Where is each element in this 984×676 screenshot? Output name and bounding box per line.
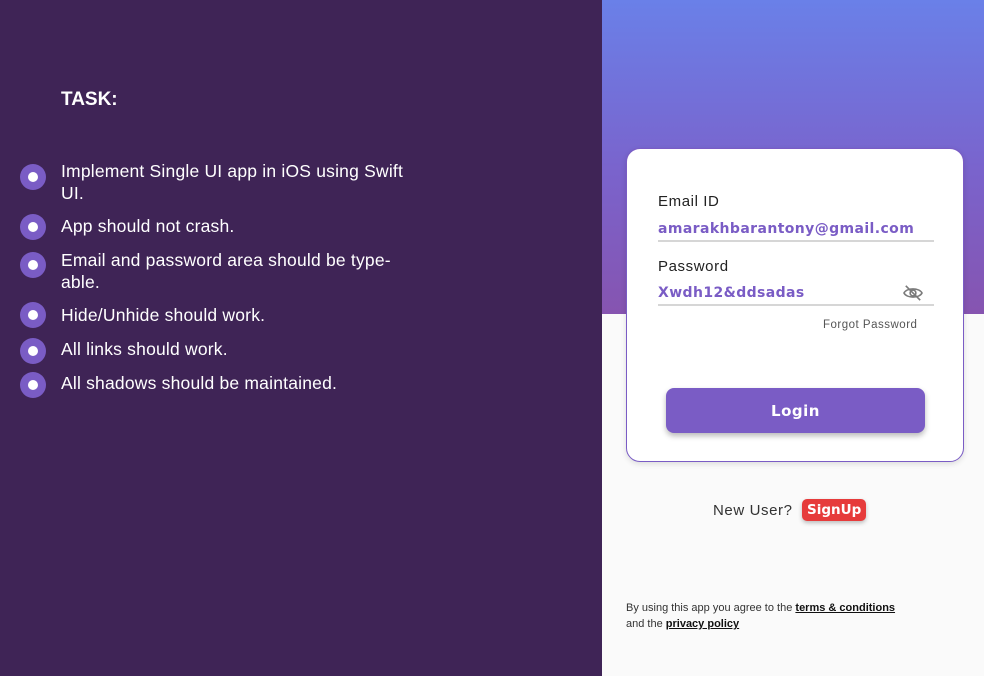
login-button[interactable]: Login	[666, 388, 925, 433]
phone-screen: Email ID Password Forgot Password Login …	[602, 0, 984, 676]
bullet-dot-icon	[20, 214, 46, 240]
bullet-dot-icon	[20, 252, 46, 278]
new-user-text: New User?	[713, 502, 793, 519]
bullet-dot-icon	[20, 164, 46, 190]
task-item-text: App should not crash.	[61, 216, 235, 236]
password-field[interactable]	[658, 282, 934, 306]
password-label: Password	[658, 258, 729, 275]
forgot-password-link[interactable]: Forgot Password	[823, 319, 917, 331]
bullet-dot-icon	[20, 338, 46, 364]
terms-prefix: By using this app you agree to the	[626, 602, 793, 614]
task-title: TASK:	[61, 89, 118, 110]
task-item-text: Email and password area should be type-a…	[61, 250, 391, 292]
task-item-text: Implement Single UI app in iOS using Swi…	[61, 161, 404, 203]
email-label: Email ID	[658, 193, 720, 210]
bullet-dot-icon	[20, 372, 46, 398]
signup-button[interactable]: SignUp	[802, 499, 867, 521]
task-item-text: All links should work.	[61, 339, 228, 359]
task-panel: TASK: Implement Single UI app in iOS usi…	[0, 0, 602, 676]
task-item-text: All shadows should be maintained.	[61, 373, 338, 393]
login-card: Email ID Password Forgot Password Login	[626, 148, 964, 462]
terms-link[interactable]: terms & conditions	[795, 602, 895, 614]
terms-middle: and the	[626, 618, 663, 630]
eye-slash-icon[interactable]	[902, 284, 924, 302]
privacy-policy-link[interactable]: privacy policy	[666, 618, 739, 630]
bullet-dot-icon	[20, 302, 46, 328]
terms-notice: By using this app you agree to the terms…	[626, 600, 966, 632]
email-field[interactable]	[658, 218, 934, 242]
task-item-text: Hide/Unhide should work.	[61, 305, 266, 325]
